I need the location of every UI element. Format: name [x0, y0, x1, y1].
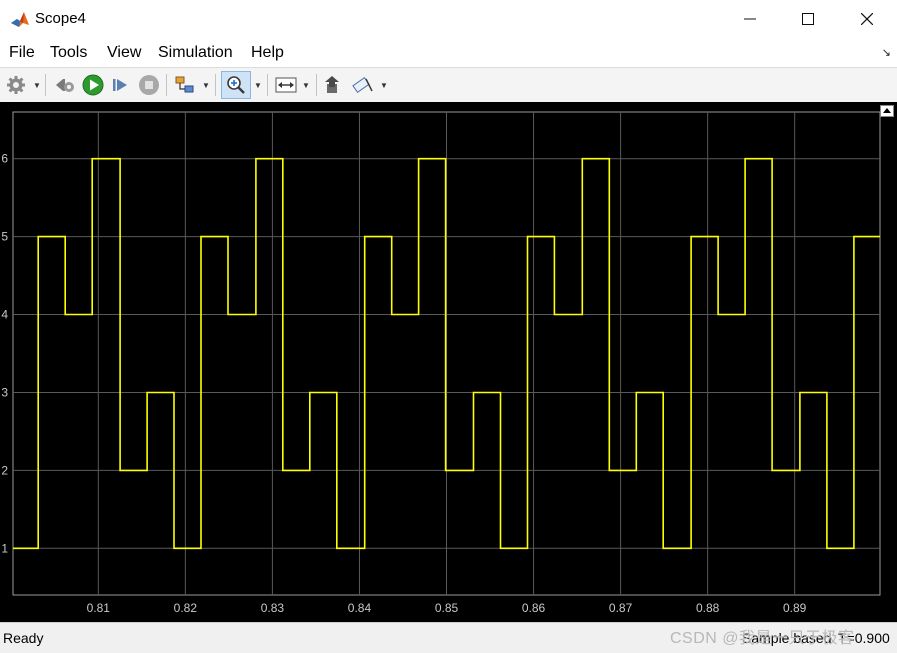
menu-overflow-icon[interactable]: ↘: [882, 46, 891, 59]
window-title: Scope4: [35, 10, 86, 27]
write-data-icon: [325, 76, 339, 93]
x-tick-label: 0.85: [435, 601, 459, 615]
toolbar-separator: [45, 74, 46, 96]
step-back-icon: [56, 79, 74, 92]
y-tick-label: 2: [1, 463, 8, 477]
title-bar: Scope4: [0, 0, 897, 38]
highlight-block-button[interactable]: [173, 73, 197, 97]
settings-dropdown-icon[interactable]: ▼: [33, 81, 41, 90]
maximize-icon: [802, 13, 814, 25]
toolbar-separator: [316, 74, 317, 96]
settings-button[interactable]: [4, 73, 28, 97]
step-forward-button[interactable]: [109, 73, 133, 97]
x-tick-label: 0.87: [609, 601, 633, 615]
run-icon: [82, 74, 104, 96]
stop-button[interactable]: [137, 73, 161, 97]
measurement-dropdown-icon[interactable]: ▼: [380, 81, 388, 90]
highlight-dropdown-icon[interactable]: ▼: [202, 81, 210, 90]
step-forward-icon: [113, 79, 127, 91]
x-tick-label: 0.82: [174, 601, 198, 615]
csdn-watermark: CSDN @我是一只于极客: [670, 630, 855, 647]
minimize-button[interactable]: [721, 0, 779, 38]
y-tick-label: 6: [1, 152, 8, 166]
menu-bar: File Tools View Simulation Help ↘: [0, 38, 897, 67]
y-tick-label: 3: [1, 385, 8, 399]
toolbar-separator: [166, 74, 167, 96]
stop-icon: [139, 75, 159, 95]
close-button[interactable]: [838, 0, 896, 38]
menu-tools[interactable]: Tools: [50, 44, 87, 62]
menu-help[interactable]: Help: [251, 44, 284, 62]
toolbar-separator: [267, 74, 268, 96]
menu-simulation[interactable]: Simulation: [158, 44, 233, 62]
y-tick-label: 4: [1, 308, 8, 322]
x-tick-label: 0.88: [696, 601, 720, 615]
fit-axes-icon: [275, 77, 297, 93]
x-tick-label: 0.83: [261, 601, 285, 615]
matlab-logo-icon: [10, 9, 30, 29]
y-tick-label: 5: [1, 230, 8, 244]
toolbar: ▼ ▼ ▼ ▼ ▼: [0, 67, 897, 103]
fit-axes-dropdown-icon[interactable]: ▼: [302, 81, 310, 90]
scope-plot[interactable]: 0.81 0.82 0.83 0.84 0.85 0.86 0.87 0.88 0.89 1 2 3 4…: [0, 102, 897, 622]
menu-file[interactable]: File: [9, 44, 35, 62]
undock-icon: [883, 108, 891, 113]
close-icon: [861, 13, 873, 25]
minimize-icon: [744, 18, 756, 20]
maximize-button[interactable]: [779, 0, 837, 38]
highlight-block-icon: [175, 76, 194, 93]
zoom-in-button[interactable]: [221, 71, 251, 99]
x-tick-label: 0.81: [87, 601, 111, 615]
menu-view[interactable]: View: [107, 44, 141, 62]
measurement-icon: [352, 77, 373, 93]
zoom-dropdown-icon[interactable]: ▼: [254, 81, 262, 90]
measurement-button[interactable]: [351, 73, 375, 97]
y-tick-label: 1: [1, 541, 8, 555]
toolbar-separator: [215, 74, 216, 96]
x-tick-label: 0.89: [783, 601, 807, 615]
zoom-in-icon: [227, 76, 245, 94]
x-tick-label: 0.84: [348, 601, 372, 615]
undock-axes-button[interactable]: [880, 105, 894, 117]
write-data-button[interactable]: [322, 73, 346, 97]
step-back-button[interactable]: [53, 73, 77, 97]
fit-axes-button[interactable]: [274, 73, 298, 97]
settings-icon: [7, 76, 25, 94]
x-tick-label: 0.86: [522, 601, 546, 615]
run-button[interactable]: [81, 73, 105, 97]
scope-plot-area[interactable]: 0.81 0.82 0.83 0.84 0.85 0.86 0.87 0.88 0.89 1 2 3 4…: [0, 102, 897, 622]
status-ready: Ready: [3, 630, 44, 646]
